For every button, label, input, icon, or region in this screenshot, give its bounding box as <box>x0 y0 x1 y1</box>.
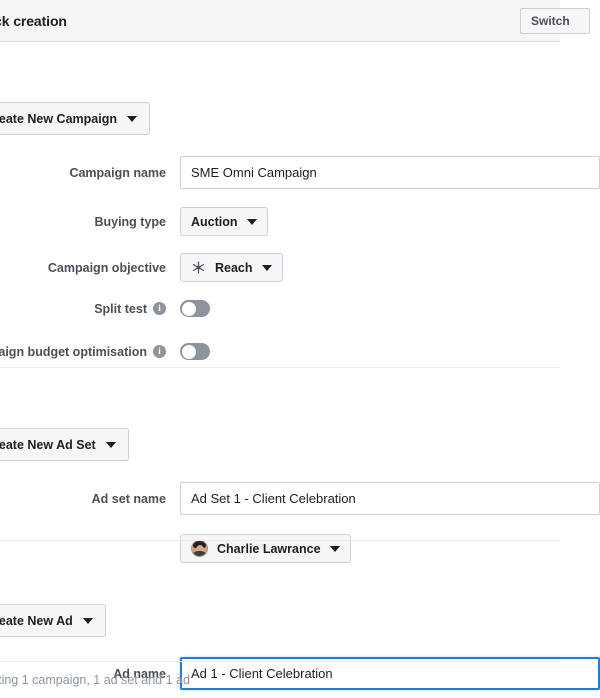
adset-name-input[interactable] <box>180 482 600 515</box>
create-new-campaign-button[interactable]: Create New Campaign <box>0 102 150 135</box>
buying-type-dropdown[interactable]: Auction <box>180 207 268 236</box>
chevron-down-icon <box>329 545 340 552</box>
campaign-objective-label-text: Campaign objective <box>47 260 166 275</box>
campaign-objective-label: Campaign objective <box>0 261 180 275</box>
create-new-ad-button[interactable]: Create New Ad <box>0 604 106 637</box>
toggle-knob <box>181 344 196 359</box>
campaign-objective-row: Campaign objective Reach <box>0 253 283 282</box>
create-new-ad-label: Create New Ad <box>0 613 73 628</box>
adset-name-row: Ad set name <box>0 482 600 515</box>
info-icon[interactable]: i <box>153 302 166 315</box>
split-test-row: Split test i <box>0 300 210 317</box>
creation-summary-text: Creating 1 campaign, 1 ad set and 1 ad <box>0 673 190 687</box>
campaign-name-label: Campaign name <box>0 166 180 180</box>
panel-footer: Creating 1 campaign, 1 ad set and 1 ad <box>0 661 560 687</box>
page-title: Quick creation <box>0 12 67 29</box>
adset-name-label: Ad set name <box>0 492 180 506</box>
split-test-label: Split test i <box>0 302 180 316</box>
campaign-name-input[interactable] <box>180 156 600 189</box>
create-new-campaign-label: Create New Campaign <box>0 111 117 126</box>
reach-icon <box>192 261 205 274</box>
chevron-down-icon <box>105 441 116 448</box>
section-divider <box>0 540 560 541</box>
campaign-budget-optimisation-toggle[interactable] <box>180 343 210 360</box>
toggle-knob <box>181 301 196 316</box>
split-test-label-text: Split test <box>94 301 147 316</box>
section-divider <box>0 367 560 368</box>
switch-to-guided-creation-button[interactable]: Switch <box>520 8 590 34</box>
panel-header: Quick creation Switch <box>0 0 590 42</box>
campaign-name-row: Campaign name <box>0 156 600 189</box>
buying-type-label: Buying type <box>0 215 180 229</box>
campaign-budget-optimisation-row: Campaign budget optimisation i <box>0 343 210 360</box>
campaign-objective-dropdown[interactable]: Reach <box>180 253 283 282</box>
avatar <box>191 540 208 557</box>
chevron-down-icon <box>261 264 272 271</box>
buying-type-label-text: Buying type <box>94 214 166 229</box>
split-test-toggle[interactable] <box>180 300 210 317</box>
page-selector-dropdown[interactable]: Charlie Lawrance <box>180 534 351 563</box>
switch-button-label: Switch <box>531 14 570 28</box>
buying-type-value: Auction <box>191 214 238 229</box>
quick-creation-panel: Quick creation Switch Create New Campaig… <box>0 0 600 698</box>
buying-type-row: Buying type Auction <box>0 207 268 236</box>
campaign-budget-optimisation-label-text: Campaign budget optimisation <box>0 344 147 359</box>
create-new-ad-set-label: Create New Ad Set <box>0 437 96 452</box>
info-icon[interactable]: i <box>153 345 166 358</box>
page-selector-value: Charlie Lawrance <box>217 541 321 556</box>
chevron-down-icon <box>126 115 137 122</box>
chevron-down-icon <box>246 218 257 225</box>
chevron-down-icon <box>82 617 93 624</box>
create-new-ad-set-button[interactable]: Create New Ad Set <box>0 428 129 461</box>
campaign-objective-value: Reach <box>215 260 253 275</box>
page-selector-row: Charlie Lawrance <box>0 534 351 563</box>
adset-name-label-text: Ad set name <box>91 491 166 506</box>
campaign-name-label-text: Campaign name <box>69 165 166 180</box>
campaign-budget-optimisation-label: Campaign budget optimisation i <box>0 345 180 359</box>
